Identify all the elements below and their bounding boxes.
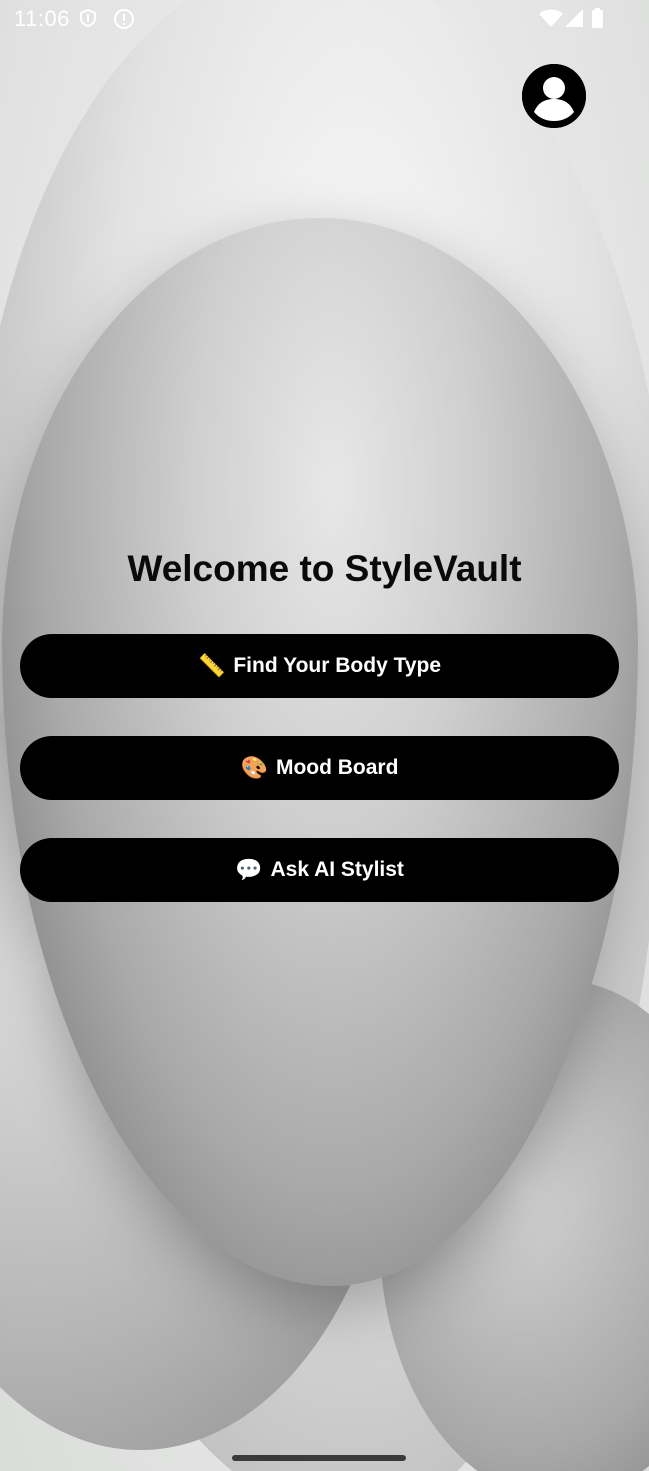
status-time: 11:06: [14, 6, 70, 31]
battery-icon: [592, 8, 603, 28]
ruler-icon: 📏: [197, 653, 226, 678]
home-indicator[interactable]: [232, 1455, 406, 1461]
shield-icon: [78, 8, 98, 28]
profile-button[interactable]: [522, 64, 586, 128]
signal-icon: [565, 9, 583, 27]
status-bar: 11:06: [0, 0, 649, 36]
page-title: Welcome to StyleVault: [127, 548, 522, 589]
find-body-type-label: Find Your Body Type: [233, 654, 442, 677]
speech-bubble-icon: 💬: [235, 857, 263, 882]
find-body-type-button[interactable]: 📏 Find Your Body Type: [20, 634, 619, 698]
mood-board-label: Mood Board: [275, 756, 399, 779]
mood-board-button[interactable]: 🎨 Mood Board: [20, 736, 619, 800]
ask-ai-stylist-label: Ask AI Stylist: [270, 858, 404, 881]
account-circle-icon: [522, 64, 586, 128]
info-icon: [113, 8, 134, 29]
palette-icon: 🎨: [240, 755, 268, 780]
ask-ai-stylist-button[interactable]: 💬 Ask AI Stylist: [20, 838, 619, 902]
system-indicators: [539, 8, 609, 28]
